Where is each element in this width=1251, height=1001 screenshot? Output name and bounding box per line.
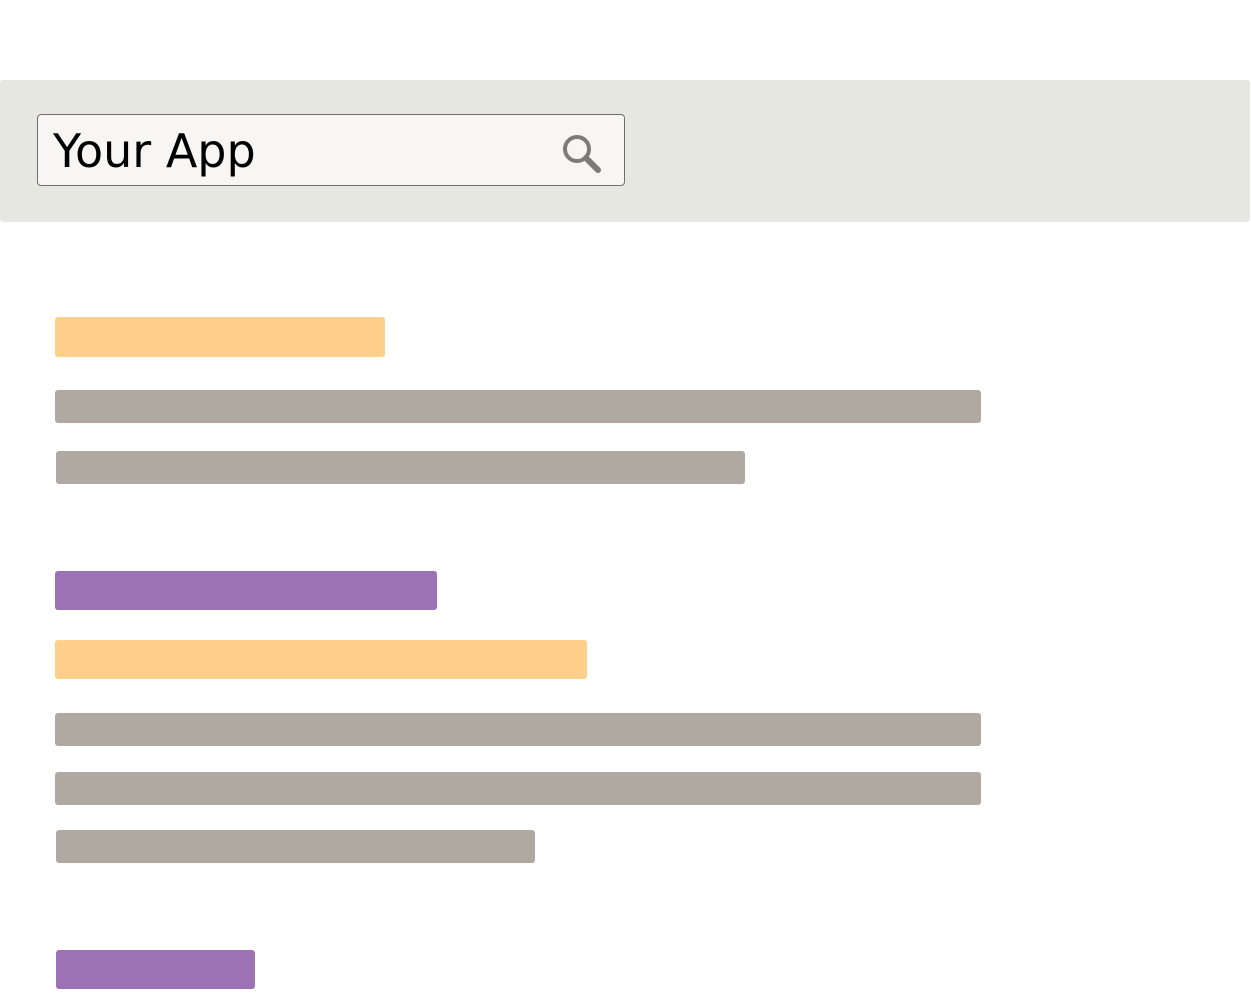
section-heading-placeholder [55, 317, 385, 357]
text-line-placeholder [55, 713, 981, 746]
section-heading-placeholder [55, 640, 587, 679]
text-line-placeholder [56, 451, 745, 484]
section-title-placeholder [55, 571, 437, 610]
header-bar: Your App [0, 80, 1250, 222]
text-line-placeholder [56, 830, 535, 863]
text-line-placeholder [55, 772, 981, 805]
text-line-placeholder [55, 390, 981, 423]
section-title-placeholder [56, 950, 255, 989]
search-input-text[interactable]: Your App [53, 123, 256, 179]
search-icon[interactable] [558, 131, 604, 177]
search-box[interactable]: Your App [37, 114, 625, 186]
